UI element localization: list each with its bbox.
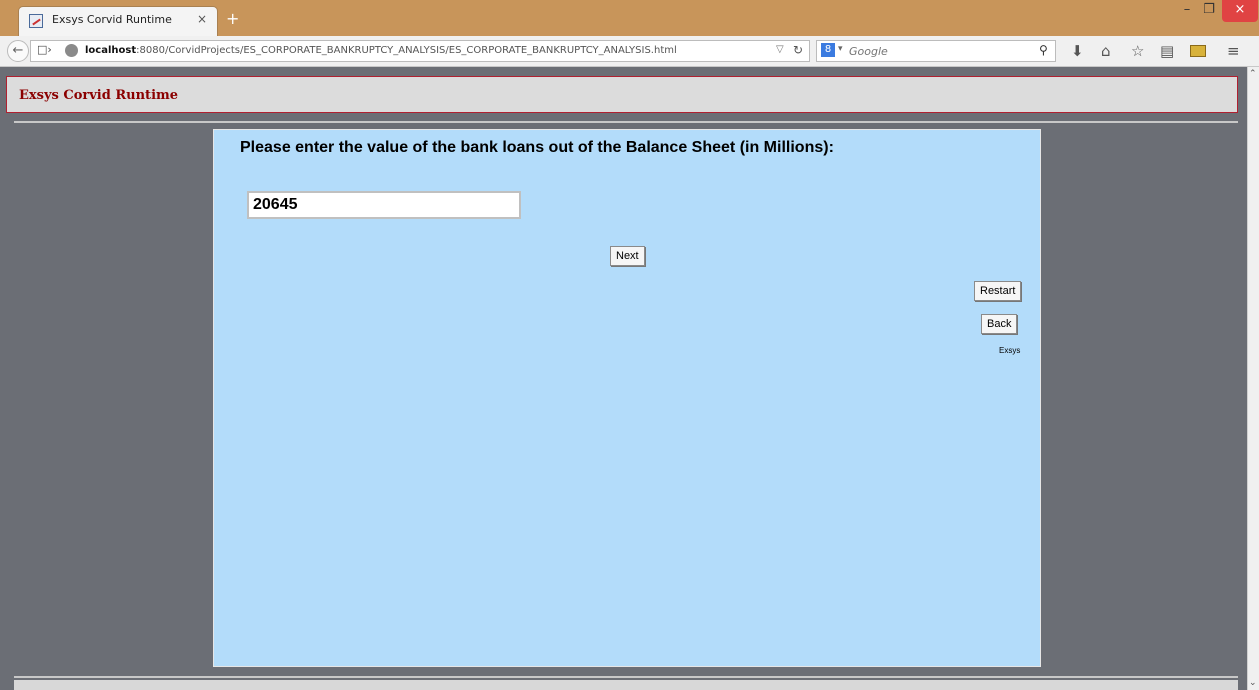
page-info-icon[interactable]: □› [37,43,52,56]
addon-icon[interactable] [1190,45,1206,57]
exsys-label: Exsys [999,346,1021,355]
address-bar[interactable]: □› localhost:8080/CorvidProjects/ES_CORP… [30,40,810,62]
footer-bar [14,680,1238,690]
new-tab-button[interactable]: + [226,9,239,28]
browser-tab[interactable]: Exsys Corvid Runtime × [18,6,218,36]
question-text: Please enter the value of the bank loans… [240,139,834,156]
back-icon[interactable]: ← [7,40,29,62]
restart-button[interactable]: Restart [974,281,1022,301]
search-engine-dropdown-icon[interactable]: ▾ [838,44,843,54]
app-header: Exsys Corvid Runtime [6,76,1238,113]
divider [14,121,1238,123]
url-dropdown-icon[interactable]: ▽ [776,44,784,55]
window-close-button[interactable]: × [1222,0,1258,22]
url-text[interactable]: localhost:8080/CorvidProjects/ES_CORPORA… [85,45,677,56]
app-favicon-icon [29,14,43,28]
browser-navbar: ← □› localhost:8080/CorvidProjects/ES_CO… [0,36,1259,67]
menu-icon[interactable]: ≡ [1227,43,1240,59]
home-icon[interactable]: ⌂ [1101,43,1111,59]
divider [14,676,1238,678]
search-bar[interactable]: 8 ▾ ⚲ [816,40,1056,62]
window-minimize-button[interactable]: – [1176,0,1198,22]
tab-title: Exsys Corvid Runtime [52,13,172,26]
answer-input[interactable] [247,191,521,219]
browser-titlebar: Exsys Corvid Runtime × + – ❐ × [0,0,1259,36]
back-button[interactable]: Back [981,314,1018,334]
scroll-down-icon[interactable]: ⌄ [1249,678,1257,688]
star-icon[interactable]: ☆ [1131,43,1144,59]
globe-icon [65,44,78,57]
search-icon[interactable]: ⚲ [1039,43,1048,57]
search-engine-icon[interactable]: 8 [821,43,835,57]
reader-icon[interactable]: ▤ [1160,43,1174,59]
download-icon[interactable]: ⬇ [1071,43,1084,59]
window-maximize-button[interactable]: ❐ [1198,0,1220,22]
question-panel: Please enter the value of the bank loans… [213,129,1041,667]
search-input[interactable] [849,43,1019,59]
page-scrollbar[interactable]: ⌃ ⌄ [1247,67,1259,690]
next-button[interactable]: Next [610,246,645,266]
tab-close-icon[interactable]: × [197,12,207,26]
scroll-up-icon[interactable]: ⌃ [1249,69,1257,79]
page-content: Exsys Corvid Runtime Please enter the va… [0,67,1259,690]
app-title: Exsys Corvid Runtime [19,88,179,103]
reload-icon[interactable]: ↻ [793,43,803,57]
